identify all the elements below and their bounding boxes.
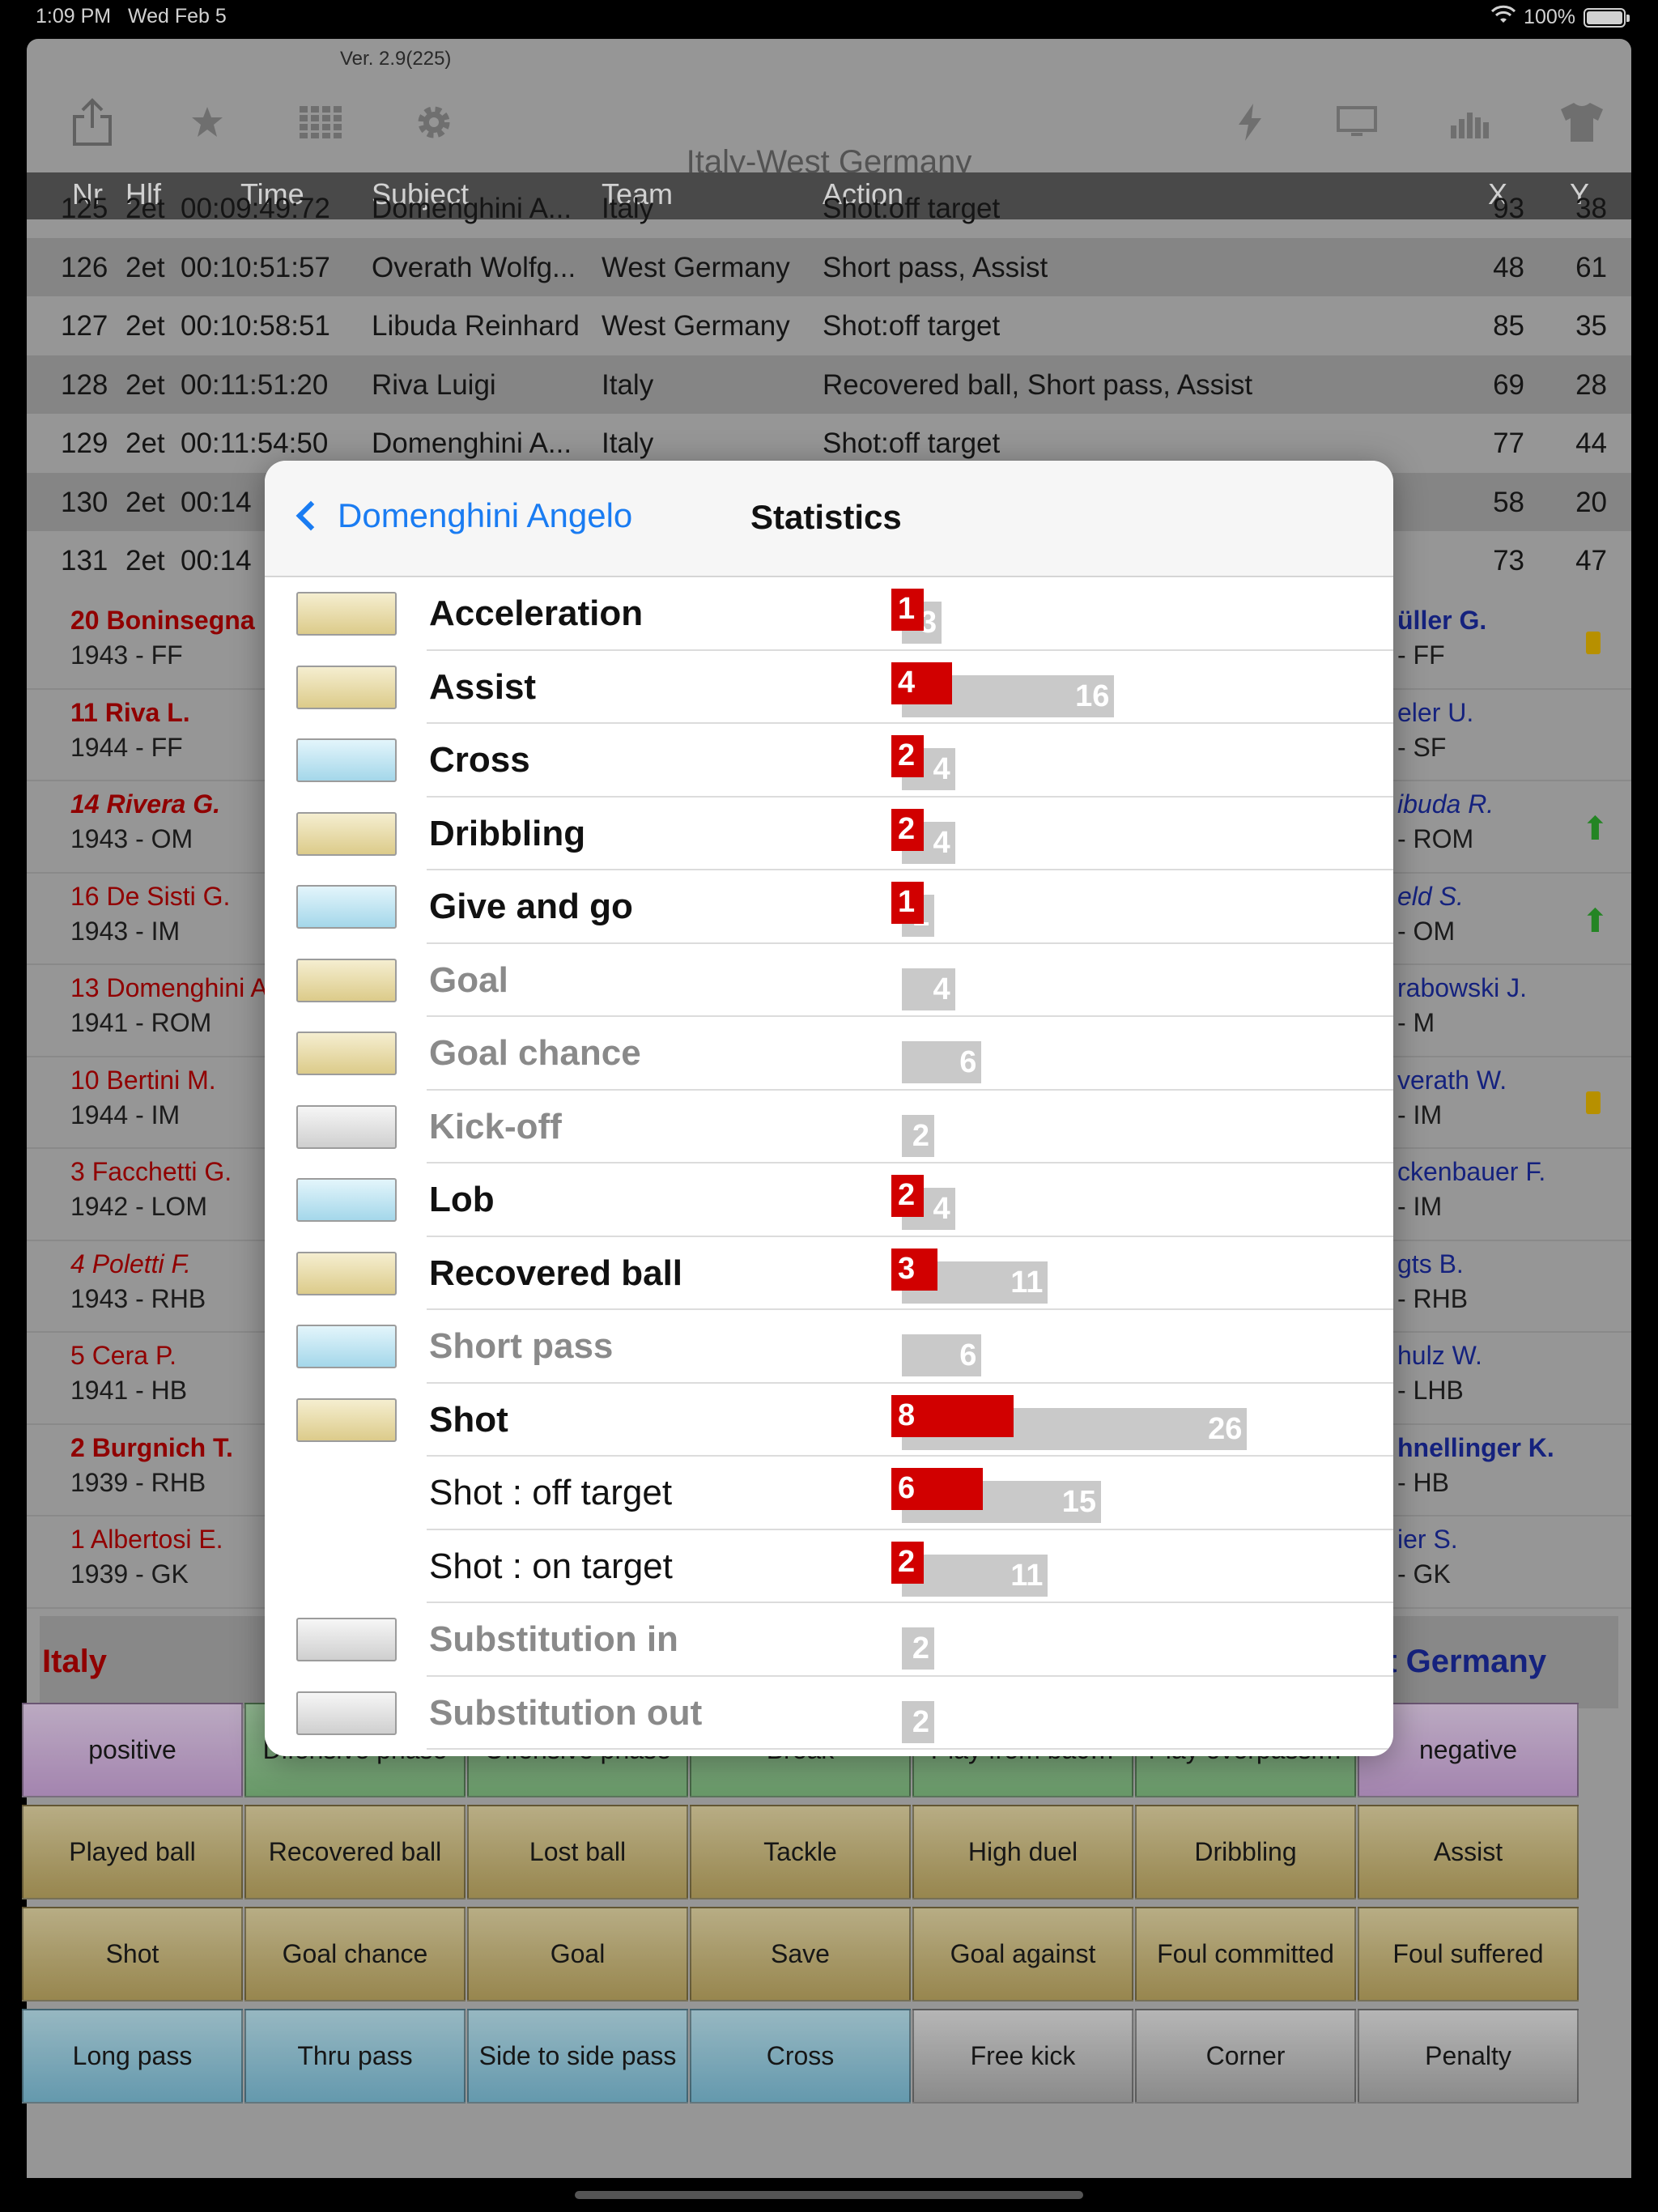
stat-row[interactable]: Goal 4 — [265, 944, 1393, 1017]
category-color-swatch — [296, 665, 397, 709]
player-count-value: 2 — [898, 1178, 916, 1212]
stat-label: Substitution in — [429, 1619, 678, 1659]
total-count-value: 4 — [933, 825, 950, 860]
stat-row[interactable]: Short pass 6 — [265, 1310, 1393, 1384]
player-count-bar: 6 — [891, 1468, 984, 1510]
home-indicator[interactable] — [575, 2191, 1083, 2199]
total-count-bar: 4 — [902, 968, 955, 1010]
stat-label: Substitution out — [429, 1692, 703, 1733]
category-color-swatch — [296, 958, 397, 1002]
total-count-value: 26 — [1208, 1411, 1243, 1446]
popover-header: Domenghini Angelo Statistics — [265, 461, 1393, 577]
player-count-bar: 2 — [891, 1541, 924, 1584]
stat-row[interactable]: Lob 4 2 — [265, 1163, 1393, 1237]
category-color-swatch — [296, 1618, 397, 1661]
category-color-swatch — [296, 1397, 397, 1442]
total-count-value: 6 — [959, 1338, 977, 1372]
total-count-value: 11 — [1010, 1265, 1044, 1300]
stat-row[interactable]: Substitution in 2 — [265, 1603, 1393, 1677]
total-count-bar: 11 — [902, 1554, 1048, 1597]
stat-row[interactable]: Recovered ball 11 3 — [265, 1237, 1393, 1310]
category-color-swatch — [296, 738, 397, 782]
player-count-value: 2 — [898, 738, 916, 772]
total-count-value: 2 — [912, 1631, 929, 1665]
total-count-bar: 2 — [902, 1700, 934, 1743]
player-count-value: 2 — [898, 811, 916, 846]
total-count-value: 15 — [1061, 1485, 1096, 1519]
category-color-swatch — [296, 1104, 397, 1149]
stat-row[interactable]: Cross 4 2 — [265, 724, 1393, 798]
stat-label: Recovered ball — [429, 1253, 683, 1293]
player-count-value: 3 — [898, 1251, 916, 1286]
player-count-bar: 2 — [891, 735, 924, 777]
stat-label: Goal — [429, 959, 508, 1000]
stat-row[interactable]: Goal chance 6 — [265, 1017, 1393, 1091]
player-count-bar: 8 — [891, 1394, 1014, 1437]
player-count-bar: 2 — [891, 1175, 924, 1217]
category-color-swatch — [296, 1251, 397, 1295]
stat-label: Shot : off target — [429, 1473, 673, 1512]
total-count-value: 16 — [1075, 678, 1110, 713]
category-color-swatch — [296, 592, 397, 636]
total-count-value: 11 — [1010, 1558, 1044, 1593]
player-count-value: 6 — [898, 1471, 916, 1505]
back-button[interactable]: Domenghini Angelo — [289, 496, 632, 535]
player-count-value: 2 — [898, 1544, 916, 1579]
player-count-value: 4 — [898, 665, 916, 700]
total-count-bar: 6 — [902, 1334, 982, 1376]
player-count-bar: 1 — [891, 882, 924, 924]
stat-label: Lob — [429, 1180, 495, 1219]
total-count-value: 4 — [933, 972, 950, 1006]
category-color-swatch — [296, 885, 397, 929]
stat-row[interactable]: Shot : on target 11 2 — [265, 1530, 1393, 1603]
total-count-value: 2 — [912, 1118, 929, 1153]
category-color-swatch — [296, 811, 397, 856]
stat-label: Short pass — [429, 1326, 614, 1366]
total-count-value: 6 — [959, 1045, 977, 1079]
total-count-value: 2 — [912, 1704, 929, 1739]
stat-label: Acceleration — [429, 593, 644, 633]
stat-row[interactable]: Substitution out 2 — [265, 1677, 1393, 1750]
player-count-bar: 2 — [891, 808, 924, 851]
stat-label: Cross — [429, 740, 530, 780]
stat-row[interactable]: Give and go11 — [265, 870, 1393, 944]
statistics-list: Acceleration 3 1 Assist 16 4 Cross 4 2 Dribbling 4… — [265, 577, 1393, 1750]
stat-label: Shot — [429, 1399, 508, 1440]
total-count-bar: 6 — [902, 1041, 982, 1083]
player-count-bar: 1 — [891, 589, 924, 631]
stat-label: Kick-off — [429, 1106, 562, 1146]
stat-label: Goal chance — [429, 1033, 641, 1073]
stat-label: Shot : on target — [429, 1546, 673, 1586]
total-count-bar: 2 — [902, 1114, 934, 1157]
player-count-bar: 3 — [891, 1248, 937, 1291]
stat-row[interactable]: Kick-off 2 — [265, 1091, 1393, 1163]
back-button-label: Domenghini Angelo — [338, 496, 633, 534]
row-divider — [427, 1748, 1393, 1750]
player-count-bar: 4 — [891, 661, 953, 704]
chevron-left-icon — [295, 500, 326, 531]
statistics-popover: Domenghini Angelo Statistics Acceleratio… — [265, 461, 1393, 1756]
stat-row[interactable]: Assist 16 4 — [265, 651, 1393, 724]
player-count-value: 1 — [898, 592, 916, 626]
stat-label: Give and go — [429, 887, 633, 926]
stat-label: Dribbling — [429, 813, 586, 853]
total-count-bar: 2 — [902, 1627, 934, 1670]
total-count-value: 4 — [933, 752, 950, 786]
category-color-swatch — [296, 1032, 397, 1075]
category-color-swatch — [296, 1325, 397, 1368]
stat-row[interactable]: Acceleration 3 1 — [265, 577, 1393, 651]
category-color-swatch — [296, 1178, 397, 1222]
stat-row[interactable]: Shot : off target 15 6 — [265, 1457, 1393, 1530]
stat-row[interactable]: Dribbling 4 2 — [265, 798, 1393, 870]
player-count-value: 1 — [898, 885, 916, 919]
category-color-swatch — [296, 1691, 397, 1735]
stat-label: Assist — [429, 666, 537, 707]
total-count-value: 4 — [933, 1192, 950, 1226]
stat-row[interactable]: Shot 26 8 — [265, 1384, 1393, 1457]
popover-title: Statistics — [750, 498, 902, 536]
player-count-value: 8 — [898, 1397, 916, 1432]
